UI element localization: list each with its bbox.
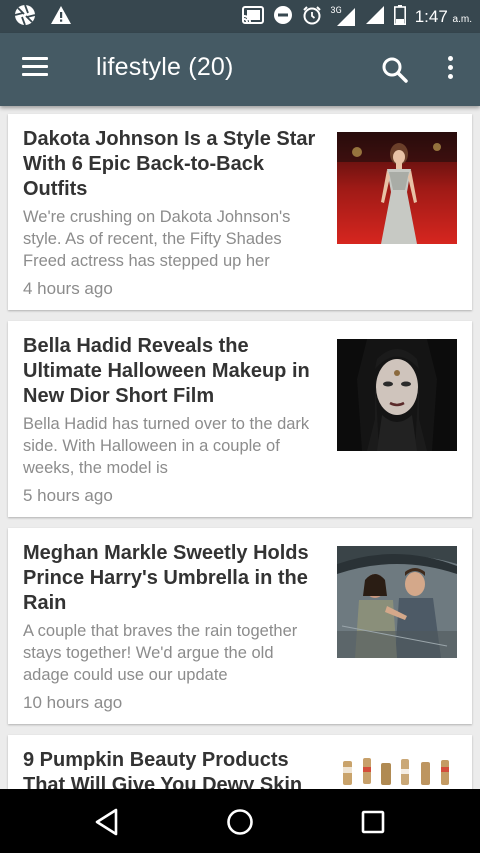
article-feed[interactable]: Dakota Johnson Is a Style Star With 6 Ep… (0, 106, 480, 789)
article-time: 4 hours ago (23, 279, 113, 298)
alarm-icon (302, 5, 322, 29)
navigation-bar (0, 789, 480, 853)
clock-ampm: a.m. (452, 13, 472, 25)
app-bar: lifestyle (20) (0, 33, 480, 106)
more-vert-icon[interactable] (440, 53, 460, 87)
clock-time: 1:47 (414, 6, 448, 26)
status-time: 1:47 a.m. (415, 7, 472, 27)
article-time: 5 hours ago (23, 486, 113, 505)
article-title[interactable]: Dakota Johnson Is a Style Star With 6 Ep… (23, 127, 323, 202)
article-snippet: We're crushing on Dakota Johnson's style… (23, 208, 291, 270)
search-icon[interactable] (380, 55, 410, 85)
network-type-label: 3G (330, 5, 342, 16)
article-snippet: A couple that braves the rain together s… (23, 622, 298, 684)
status-bar: 3G 1:47 a.m. (0, 0, 480, 33)
article-thumbnail[interactable] (337, 132, 457, 244)
article-card[interactable]: Meghan Markle Sweetly Holds Prince Harry… (8, 528, 472, 724)
article-card[interactable]: Bella Hadid Reveals the Ultimate Hallowe… (8, 321, 472, 517)
signal-3g-icon: 3G (330, 5, 356, 27)
aperture-icon (14, 4, 36, 30)
menu-icon[interactable] (22, 57, 52, 83)
article-time: 10 hours ago (23, 693, 123, 712)
recents-icon[interactable] (356, 805, 390, 839)
article-card[interactable]: 9 Pumpkin Beauty Products That Will Give… (8, 735, 472, 789)
do-not-disturb-icon (273, 5, 293, 29)
article-title[interactable]: Meghan Markle Sweetly Holds Prince Harry… (23, 541, 323, 616)
back-icon[interactable] (90, 805, 124, 839)
article-title[interactable]: 9 Pumpkin Beauty Products That Will Give… (23, 748, 323, 789)
article-thumbnail[interactable] (337, 339, 457, 451)
warning-icon (50, 5, 72, 29)
article-thumbnail[interactable] (337, 546, 457, 658)
article-snippet: Bella Hadid has turned over to the dark … (23, 415, 310, 477)
article-card[interactable]: Dakota Johnson Is a Style Star With 6 Ep… (8, 114, 472, 310)
cast-icon (241, 5, 264, 28)
article-title[interactable]: Bella Hadid Reveals the Ultimate Hallowe… (23, 334, 323, 409)
article-thumbnail[interactable] (337, 753, 457, 789)
home-icon[interactable] (223, 805, 257, 839)
signal-icon (365, 5, 385, 29)
battery-icon (393, 4, 406, 29)
page-title: lifestyle (20) (96, 53, 234, 81)
